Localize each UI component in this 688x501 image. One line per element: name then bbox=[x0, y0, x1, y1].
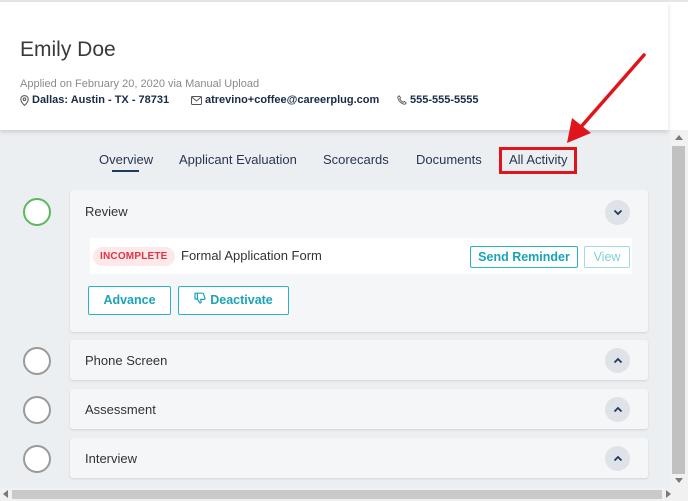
advance-label: Advance bbox=[103, 293, 156, 307]
deactivate-button[interactable]: Deactivate bbox=[178, 286, 289, 315]
stage-card-phone-screen[interactable]: Phone Screen bbox=[70, 340, 648, 380]
email-info[interactable]: atrevino+coffee@careerplug.com bbox=[191, 94, 379, 106]
location-info: Dallas: Austin - TX - 78731 bbox=[20, 94, 169, 106]
stage-card-assessment[interactable]: Assessment bbox=[70, 389, 648, 429]
incomplete-badge: INCOMPLETE bbox=[93, 247, 175, 266]
stage-title: Phone Screen bbox=[85, 353, 168, 368]
tab-documents[interactable]: Documents bbox=[416, 152, 482, 167]
scroll-left-arrow-icon[interactable] bbox=[3, 490, 8, 498]
stage-title: Interview bbox=[85, 451, 138, 466]
view-button[interactable]: View bbox=[584, 246, 630, 268]
chevron-up-icon[interactable] bbox=[605, 446, 630, 471]
stage-interview-status-circle bbox=[23, 445, 51, 473]
mail-icon bbox=[191, 95, 202, 105]
scroll-down-arrow-icon[interactable] bbox=[675, 478, 683, 483]
tab-overview[interactable]: Overview bbox=[99, 152, 153, 167]
stage-phone-screen-status-circle bbox=[23, 347, 51, 375]
task-row: INCOMPLETE Formal Application Form Send … bbox=[90, 238, 632, 274]
stage-title: Assessment bbox=[85, 402, 156, 417]
stage-title: Review bbox=[85, 204, 128, 219]
active-tab-indicator bbox=[112, 170, 139, 172]
email-text[interactable]: atrevino+coffee@careerplug.com bbox=[205, 94, 379, 106]
horizontal-scrollbar-thumb[interactable] bbox=[12, 490, 662, 499]
stage-card-review: Review INCOMPLETE Formal Application For… bbox=[70, 190, 648, 332]
task-name: Formal Application Form bbox=[181, 248, 322, 263]
deactivate-label: Deactivate bbox=[210, 293, 273, 307]
location-text: Dallas: Austin - TX - 78731 bbox=[32, 94, 170, 106]
vertical-scrollbar-thumb[interactable] bbox=[672, 146, 685, 474]
stage-assessment-status-circle bbox=[23, 396, 51, 424]
tab-scorecards[interactable]: Scorecards bbox=[323, 152, 389, 167]
chevron-down-icon[interactable] bbox=[605, 200, 630, 225]
stage-review-status-circle bbox=[23, 198, 51, 226]
send-reminder-button[interactable]: Send Reminder bbox=[470, 246, 578, 268]
stage-card-interview[interactable]: Interview bbox=[70, 438, 648, 478]
applicant-header: Emily Doe Applied on February 20, 2020 v… bbox=[0, 2, 668, 130]
advance-button[interactable]: Advance bbox=[88, 286, 171, 315]
annotation-highlight-box bbox=[499, 147, 577, 174]
phone-text[interactable]: 555-555-5555 bbox=[410, 94, 479, 106]
chevron-up-icon[interactable] bbox=[605, 397, 630, 422]
applied-info: Applied on February 20, 2020 via Manual … bbox=[20, 78, 260, 90]
applicant-name: Emily Doe bbox=[20, 38, 116, 61]
thumbs-down-icon bbox=[194, 287, 206, 314]
tab-applicant-evaluation[interactable]: Applicant Evaluation bbox=[179, 152, 297, 167]
scroll-right-arrow-icon[interactable] bbox=[666, 490, 671, 498]
phone-icon bbox=[397, 95, 407, 105]
scroll-up-arrow-icon[interactable] bbox=[675, 135, 683, 140]
chevron-up-icon[interactable] bbox=[605, 348, 630, 373]
phone-info[interactable]: 555-555-5555 bbox=[397, 94, 479, 106]
map-pin-icon bbox=[20, 94, 29, 106]
